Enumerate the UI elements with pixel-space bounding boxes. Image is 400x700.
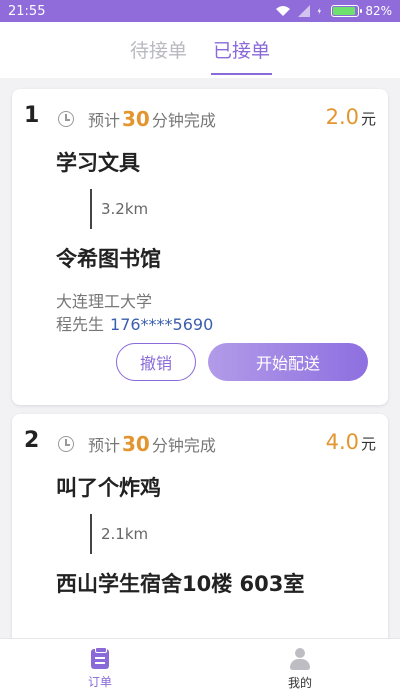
start-delivery-button[interactable]: 开始配送	[208, 343, 368, 381]
price-amount: 4.0	[325, 430, 359, 454]
nav-profile[interactable]: 我的	[200, 639, 400, 700]
battery-fill	[333, 7, 355, 15]
order-icon	[91, 647, 109, 669]
order-distance: 3.2km	[101, 200, 149, 218]
order-tabs: 待接单 已接单	[0, 22, 400, 78]
cancel-button[interactable]: 撤销	[116, 343, 196, 381]
order-item: 叫了个炸鸡	[56, 476, 161, 500]
order-eta: 预计 30 分钟完成	[58, 432, 216, 456]
order-price: 4.0 元	[326, 430, 376, 454]
route-line	[90, 189, 92, 229]
route-line	[90, 514, 92, 554]
status-bar: 21:55 82%	[0, 0, 400, 22]
order-contact: 程先生 176****5690	[56, 311, 213, 335]
order-distance: 2.1km	[101, 525, 149, 543]
eta-minutes: 30	[122, 107, 150, 131]
clock-icon	[58, 436, 74, 452]
price-amount: 2.0	[325, 105, 359, 129]
order-eta: 预计 30 分钟完成	[58, 107, 216, 131]
nav-orders[interactable]: 订单	[0, 639, 200, 700]
eta-prefix: 预计	[88, 111, 121, 130]
eta-suffix: 分钟完成	[151, 111, 216, 130]
bottom-nav: 订单 我的	[0, 638, 400, 700]
order-index: 2	[24, 428, 40, 453]
order-school: 大连理工大学	[56, 292, 153, 311]
price-currency: 元	[360, 110, 376, 128]
battery-percent: 82%	[365, 4, 392, 18]
order-item: 学习文具	[56, 151, 140, 175]
battery-icon	[331, 5, 363, 17]
contact-phone[interactable]: 176****5690	[110, 315, 213, 334]
tab-pending[interactable]: 待接单	[128, 36, 189, 73]
eta-suffix: 分钟完成	[151, 436, 216, 455]
order-index: 1	[24, 103, 40, 128]
order-card[interactable]: 2 预计 30 分钟完成 4.0 元 叫了个炸鸡 2.1km 西山学生宿舍10楼…	[12, 414, 388, 638]
signal-icon	[298, 5, 311, 17]
charging-icon	[317, 7, 322, 15]
order-card[interactable]: 1 预计 30 分钟完成 2.0 元 学习文具 3.2km 令希图书馆 大连理工…	[12, 89, 388, 405]
status-icons: 82%	[275, 4, 392, 18]
profile-icon	[289, 648, 311, 670]
status-time: 21:55	[8, 3, 46, 19]
order-list[interactable]: 1 预计 30 分钟完成 2.0 元 学习文具 3.2km 令希图书馆 大连理工…	[0, 78, 400, 638]
nav-orders-label: 订单	[87, 675, 112, 689]
clock-icon	[58, 111, 74, 127]
order-price: 2.0 元	[326, 105, 376, 129]
order-destination: 西山学生宿舍10楼 603室	[56, 572, 305, 596]
price-currency: 元	[360, 435, 376, 453]
tab-accepted[interactable]: 已接单	[211, 36, 273, 75]
eta-minutes: 30	[122, 432, 150, 456]
wifi-icon	[276, 6, 291, 16]
contact-name: 程先生	[56, 315, 105, 334]
order-destination: 令希图书馆	[56, 247, 161, 271]
nav-profile-label: 我的	[287, 676, 312, 690]
eta-prefix: 预计	[88, 436, 121, 455]
